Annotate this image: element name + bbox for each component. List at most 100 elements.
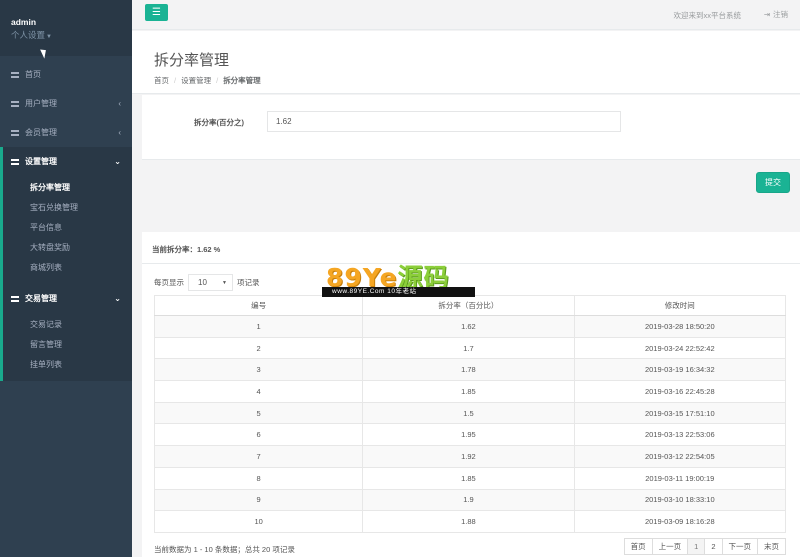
submenu-item-trade-records[interactable]: 交易记录 bbox=[3, 315, 132, 335]
table-row: 7 1.92 2019-03-12 22:54:05 bbox=[153, 445, 787, 468]
sidebar-item-users[interactable]: 用户管理 ‹ bbox=[0, 89, 132, 118]
page-last-button[interactable]: 末页 bbox=[757, 538, 786, 555]
submenu-item-orders[interactable]: 挂单列表 bbox=[3, 355, 132, 375]
trade-submenu: 交易记录 留言管理 挂单列表 bbox=[3, 313, 132, 381]
cell-rate: 1.9 bbox=[362, 488, 575, 512]
cell-rate: 1.85 bbox=[362, 380, 575, 403]
cell-time: 2019-03-11 19:00:19 bbox=[573, 466, 787, 490]
sidebar-item-label: 交易管理 bbox=[25, 294, 57, 303]
sign-out-icon: ⇥ bbox=[763, 10, 770, 19]
cell-rate: 1.5 bbox=[362, 401, 575, 425]
page-first-button[interactable]: 首页 bbox=[623, 538, 653, 555]
sidebar-item-settings[interactable]: 设置管理 ⌄ bbox=[3, 147, 132, 176]
caret-down-icon: ▼ bbox=[46, 34, 52, 40]
breadcrumb-current: 拆分率管理 bbox=[223, 76, 261, 85]
breadcrumb-home[interactable]: 首页 bbox=[154, 76, 169, 85]
pagination-info: 当前数据为 1 - 10 条数据；总共 20 项记录 bbox=[154, 545, 295, 554]
logout-label: 注销 bbox=[773, 10, 788, 19]
page-size-suffix: 项记录 bbox=[237, 278, 260, 287]
page-size-prefix: 每页显示 bbox=[154, 278, 184, 287]
caret-down-icon: ▼ bbox=[222, 279, 227, 286]
cell-rate: 1.62 bbox=[362, 315, 575, 338]
page-size-select[interactable]: 10 ▼ bbox=[188, 274, 233, 291]
table-icon bbox=[11, 100, 19, 107]
cell-time: 2019-03-28 18:50:20 bbox=[573, 315, 787, 338]
table-icon bbox=[11, 158, 19, 165]
form-actions: 提交 bbox=[142, 161, 800, 231]
sidebar-item-label: 首页 bbox=[25, 70, 41, 79]
sidebar-item-members[interactable]: 会员管理 ‹ bbox=[0, 118, 132, 147]
table-header-row: 编号 拆分率（百分比） 修改时间 bbox=[153, 295, 787, 316]
cell-time: 2019-03-10 18:33:10 bbox=[573, 488, 787, 512]
cell-id: 3 bbox=[153, 358, 364, 382]
cell-id: 4 bbox=[153, 380, 364, 403]
profile-header: admin 个人设置▼ bbox=[0, 0, 132, 59]
submenu-item-split-rate[interactable]: 拆分率管理 bbox=[3, 178, 132, 198]
pagination: 首页 上一页 1 2 下一页 末页 bbox=[623, 538, 786, 555]
sidebar-item-label: 设置管理 bbox=[25, 157, 57, 166]
cell-time: 2019-03-19 16:34:32 bbox=[573, 358, 787, 382]
hamburger-icon: ☰ bbox=[152, 7, 161, 18]
table-row: 10 1.88 2019-03-09 18:16:28 bbox=[153, 510, 787, 533]
watermark-url: www.89YE.Com 10年老站 bbox=[322, 287, 475, 297]
page-1-button[interactable]: 1 bbox=[687, 538, 706, 555]
page-2-button[interactable]: 2 bbox=[704, 538, 723, 555]
cell-time: 2019-03-24 22:52:42 bbox=[573, 336, 787, 360]
personal-settings-label: 个人设置 bbox=[11, 30, 46, 40]
table-icon bbox=[11, 295, 19, 302]
cell-id: 1 bbox=[153, 315, 364, 338]
cell-time: 2019-03-15 17:51:10 bbox=[573, 401, 787, 425]
cell-id: 6 bbox=[153, 423, 364, 447]
chevron-down-icon: ⌄ bbox=[114, 157, 121, 166]
cell-id: 2 bbox=[153, 336, 364, 360]
sidebar-item-trade[interactable]: 交易管理 ⌄ bbox=[3, 284, 132, 313]
submenu-item-mall-list[interactable]: 商城列表 bbox=[3, 258, 132, 278]
submit-button[interactable]: 提交 bbox=[756, 172, 790, 193]
submenu-item-gem-exchange[interactable]: 宝石兑换管理 bbox=[3, 198, 132, 218]
column-header-time[interactable]: 修改时间 bbox=[573, 295, 787, 316]
page-size-value: 10 bbox=[198, 278, 207, 287]
topbar: ☰ 欢迎来到xx平台系统 ⇥ 注销 bbox=[132, 0, 800, 30]
cell-time: 2019-03-13 22:53:06 bbox=[573, 423, 787, 447]
page-next-button[interactable]: 下一页 bbox=[721, 538, 758, 555]
table-row: 6 1.95 2019-03-13 22:53:06 bbox=[153, 423, 787, 447]
cell-id: 10 bbox=[153, 510, 364, 533]
column-header-rate[interactable]: 拆分率（百分比） bbox=[362, 295, 575, 316]
menu-toggle-button[interactable]: ☰ bbox=[145, 4, 168, 21]
mouse-cursor-icon bbox=[40, 47, 49, 59]
chevron-down-icon: ⌄ bbox=[114, 294, 121, 303]
breadcrumb: 首页 / 设置管理 / 拆分率管理 bbox=[154, 76, 261, 85]
submenu-item-platform-info[interactable]: 平台信息 bbox=[3, 218, 132, 238]
table-icon bbox=[11, 129, 19, 136]
watermark-logo: 89Ye源码 www.89YE.Com 10年老站 bbox=[322, 258, 477, 298]
table-row: 5 1.5 2019-03-15 17:51:10 bbox=[153, 401, 787, 425]
cell-id: 9 bbox=[153, 488, 364, 512]
sidebar-group-settings: 设置管理 ⌄ 拆分率管理 宝石兑换管理 平台信息 大转盘奖励 商城列表 bbox=[0, 147, 132, 284]
logout-link[interactable]: ⇥ 注销 bbox=[764, 9, 788, 20]
table-row: 9 1.9 2019-03-10 18:33:10 bbox=[153, 488, 787, 512]
table-row: 8 1.85 2019-03-11 19:00:19 bbox=[153, 466, 787, 490]
submenu-item-wheel-rewards[interactable]: 大转盘奖励 bbox=[3, 238, 132, 258]
table-row: 1 1.62 2019-03-28 18:50:20 bbox=[153, 315, 787, 338]
cell-rate: 1.85 bbox=[362, 466, 575, 490]
cell-time: 2019-03-09 18:16:28 bbox=[573, 510, 787, 533]
cell-rate: 1.78 bbox=[362, 358, 575, 382]
submenu-item-messages[interactable]: 留言管理 bbox=[3, 335, 132, 355]
page-title: 拆分率管理 bbox=[154, 52, 230, 69]
personal-settings-dropdown[interactable]: 个人设置▼ bbox=[11, 29, 132, 41]
welcome-text: 欢迎来到xx平台系统 bbox=[673, 11, 742, 20]
cell-time: 2019-03-16 22:45:28 bbox=[573, 380, 787, 403]
table-row: 2 1.7 2019-03-24 22:52:42 bbox=[153, 336, 787, 360]
username: admin bbox=[11, 17, 37, 27]
sidebar-nav: 首页 用户管理 ‹ 会员管理 ‹ 设置管理 ⌄ 拆分率管理 宝石兑换管理 平台信息 大… bbox=[0, 60, 132, 381]
page-size-control: 每页显示 10 ▼ 项记录 bbox=[154, 274, 260, 291]
breadcrumb-settings[interactable]: 设置管理 bbox=[181, 76, 211, 85]
page-prev-button[interactable]: 上一页 bbox=[651, 538, 689, 555]
sidebar: admin 个人设置▼ 首页 用户管理 ‹ 会员管理 ‹ 设置管理 ⌄ 拆分率管理 宝… bbox=[0, 0, 132, 557]
page-heading: 拆分率管理 首页 / 设置管理 / 拆分率管理 bbox=[132, 31, 800, 94]
column-header-id[interactable]: 编号 bbox=[153, 295, 364, 316]
sidebar-item-home[interactable]: 首页 bbox=[0, 60, 132, 89]
table-row: 4 1.85 2019-03-16 22:45:28 bbox=[153, 380, 787, 403]
cell-rate: 1.7 bbox=[362, 336, 575, 360]
split-rate-input[interactable] bbox=[267, 111, 621, 132]
